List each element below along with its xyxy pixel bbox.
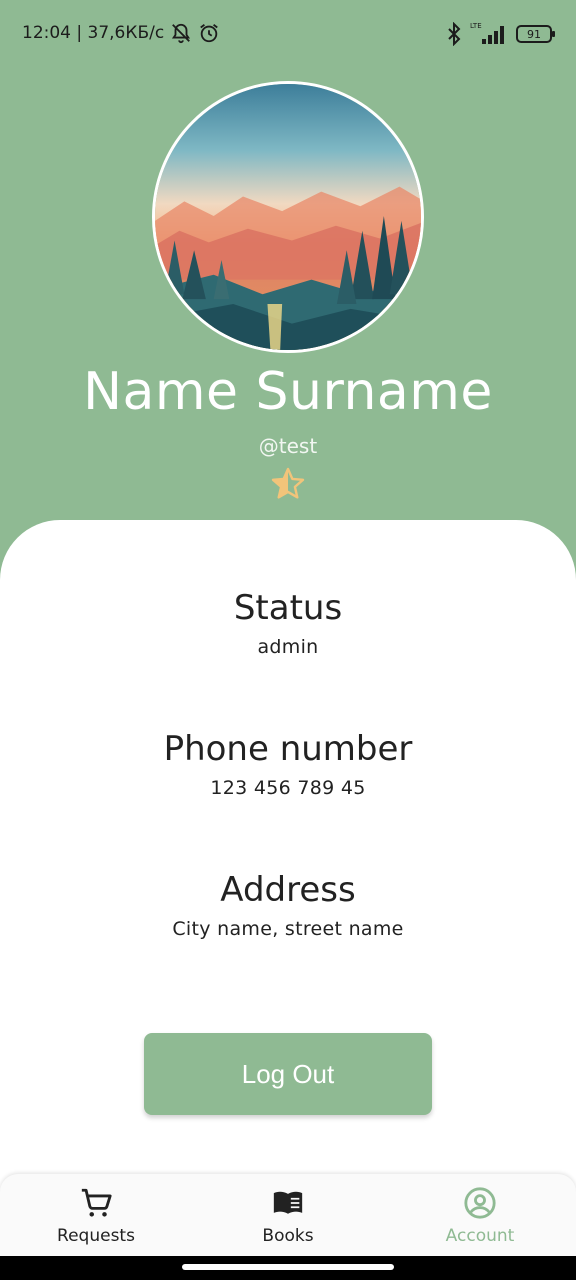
account-circle-icon (464, 1187, 496, 1219)
phone-value: 123 456 789 45 (210, 777, 366, 799)
nav-label-requests: Requests (57, 1226, 135, 1246)
nav-label-books: Books (262, 1226, 314, 1246)
status-value: admin (257, 636, 319, 658)
profile-details-card: Status admin Phone number 123 456 789 45… (0, 520, 576, 1280)
profile-header: Name Surname @test (0, 0, 576, 540)
cart-icon (81, 1188, 112, 1217)
address-section: Address City name, street name (0, 870, 576, 940)
status-section: Status admin (0, 588, 576, 658)
nav-item-books[interactable]: Books (192, 1174, 384, 1256)
book-icon (273, 1191, 303, 1214)
status-title: Status (233, 588, 343, 628)
nav-label-account: Account (445, 1226, 515, 1246)
profile-handle: @test (258, 434, 318, 458)
nav-item-requests[interactable]: Requests (0, 1174, 192, 1256)
logout-button[interactable]: Log Out (144, 1033, 432, 1115)
half-star-icon (271, 467, 305, 499)
address-value: City name, street name (172, 918, 404, 940)
nav-item-account[interactable]: Account (384, 1174, 576, 1256)
bottom-nav: Requests Books Account (0, 1174, 576, 1256)
phone-section: Phone number 123 456 789 45 (0, 729, 576, 799)
profile-name: Name Surname (83, 362, 493, 422)
phone-title: Phone number (163, 729, 413, 769)
system-gesture-area (0, 1256, 576, 1280)
avatar[interactable] (152, 81, 424, 353)
address-title: Address (220, 870, 356, 910)
avatar-landscape-image (155, 84, 421, 350)
home-gesture-bar[interactable] (182, 1264, 394, 1270)
